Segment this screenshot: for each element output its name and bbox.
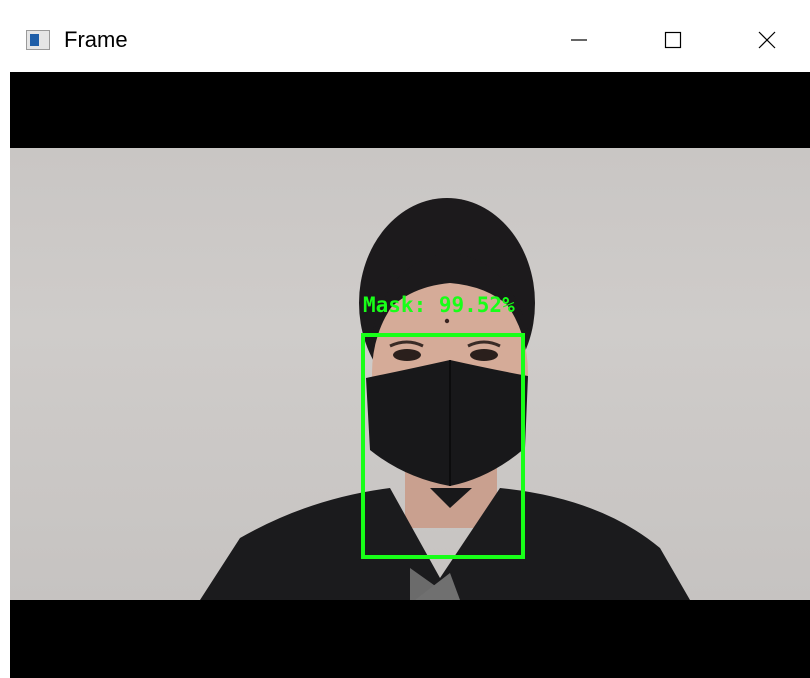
maximize-icon xyxy=(664,31,682,49)
window-title: Frame xyxy=(64,27,128,52)
close-icon xyxy=(758,31,776,49)
minimize-button[interactable] xyxy=(556,20,602,60)
maximize-button[interactable] xyxy=(650,20,696,60)
face-bounding-box xyxy=(361,333,525,559)
detection-label: Mask: 99.52% xyxy=(363,293,515,317)
video-frame: Mask: 99.52% xyxy=(10,72,810,678)
camera-image: Mask: 99.52% xyxy=(10,148,810,600)
close-button[interactable] xyxy=(744,20,790,60)
opencv-window-icon xyxy=(26,30,50,50)
frame-window: Frame Mask: 99.52% xyxy=(0,0,810,678)
title-bar[interactable]: Frame xyxy=(0,10,810,70)
minimize-icon xyxy=(571,39,587,41)
